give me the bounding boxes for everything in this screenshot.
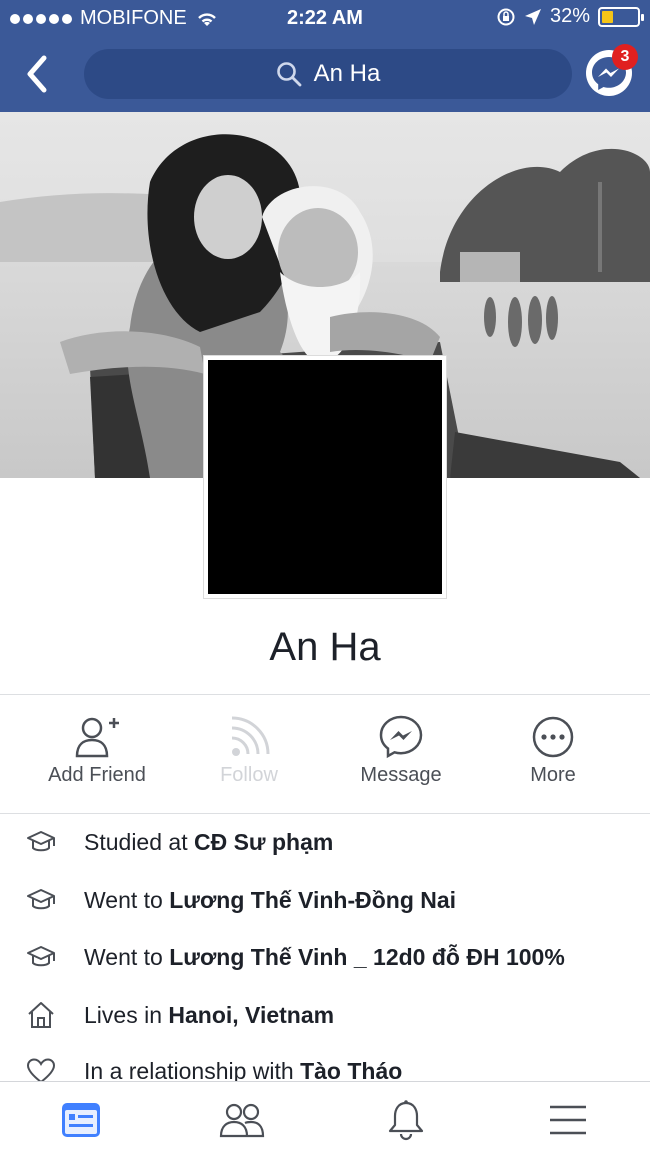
status-bar: MOBIFONE 2:22 AM 32% xyxy=(0,0,650,36)
info-text: Went to Lương Thế Vinh-Đồng Nai xyxy=(84,887,456,914)
info-prefix: Went to xyxy=(84,886,170,913)
info-value-link[interactable]: Lương Thế Vinh _ 12d0 đỗ ĐH 100% xyxy=(169,944,565,970)
graduation-cap-icon xyxy=(27,946,55,967)
follow-label: Follow xyxy=(220,764,278,786)
info-text: Lives in Hanoi, Vietnam xyxy=(84,1002,334,1029)
add-friend-button[interactable]: Add Friend xyxy=(22,712,172,787)
info-prefix: Lives in xyxy=(84,1001,169,1028)
back-button[interactable] xyxy=(20,52,54,96)
divider xyxy=(0,694,650,695)
profile-name: An Ha xyxy=(269,625,381,669)
home-icon xyxy=(28,1002,54,1028)
info-row-lives-in[interactable]: Lives in Hanoi, Vietnam xyxy=(0,995,650,1035)
info-row-education[interactable]: Went to Lương Thế Vinh _ 12d0 đỗ ĐH 100% xyxy=(0,937,650,977)
tab-menu[interactable] xyxy=(538,1098,598,1142)
info-row-education[interactable]: Went to Lương Thế Vinh-Đồng Nai xyxy=(0,880,650,920)
info-value-link[interactable]: CĐ Sư phạm xyxy=(194,829,333,855)
add-friend-label: Add Friend xyxy=(48,764,146,786)
follow-icon xyxy=(231,716,270,756)
profile-picture[interactable] xyxy=(203,355,447,599)
top-bar: MOBIFONE 2:22 AM 32% An Ha 3 xyxy=(0,0,650,112)
battery-level xyxy=(602,10,613,23)
more-label: More xyxy=(530,764,576,786)
info-row-education[interactable]: Studied at CĐ Sư phạm xyxy=(0,822,650,862)
tab-friends[interactable] xyxy=(212,1098,272,1142)
divider xyxy=(0,813,650,814)
info-value-link[interactable]: Tào Tháo xyxy=(300,1058,402,1084)
chevron-left-icon xyxy=(27,55,47,93)
info-text: Went to Lương Thế Vinh _ 12d0 đỗ ĐH 100% xyxy=(84,944,565,971)
status-right: 32% xyxy=(496,5,644,28)
messenger-icon xyxy=(379,715,423,759)
notifications-icon xyxy=(388,1100,424,1141)
more-icon xyxy=(532,716,574,758)
bottom-tab-bar xyxy=(0,1081,650,1156)
profile-picture-redacted xyxy=(208,360,442,594)
follow-button[interactable]: Follow xyxy=(174,712,324,787)
graduation-cap-icon xyxy=(27,889,55,910)
profile-actions: Add Friend Follow Message More xyxy=(0,712,650,802)
info-value-link[interactable]: Lương Thế Vinh-Đồng Nai xyxy=(169,887,456,913)
message-label: Message xyxy=(360,764,442,786)
info-text: Studied at CĐ Sư phạm xyxy=(84,829,333,856)
more-button[interactable]: More xyxy=(478,712,628,787)
info-prefix: In a relationship with xyxy=(84,1057,301,1084)
info-prefix: Studied at xyxy=(84,828,194,855)
messenger-badge: 3 xyxy=(612,44,638,70)
news-feed-icon xyxy=(62,1103,100,1137)
menu-icon xyxy=(550,1105,586,1135)
battery-icon xyxy=(598,6,644,27)
add-friend-icon xyxy=(75,717,119,758)
search-icon xyxy=(276,62,302,87)
friends-icon xyxy=(219,1103,265,1138)
graduation-cap-icon xyxy=(27,831,55,852)
info-prefix: Went to xyxy=(84,943,170,970)
info-value-link[interactable]: Hanoi, Vietnam xyxy=(168,1002,334,1028)
tab-news-feed[interactable] xyxy=(51,1098,111,1142)
location-arrow-icon xyxy=(524,8,541,25)
search-bar[interactable]: An Ha xyxy=(84,49,572,99)
rotation-lock-icon xyxy=(497,8,515,25)
message-button[interactable]: Message xyxy=(326,712,476,787)
search-query: An Ha xyxy=(313,60,381,87)
tab-notifications[interactable] xyxy=(376,1098,436,1142)
battery-percent: 32% xyxy=(549,5,590,27)
